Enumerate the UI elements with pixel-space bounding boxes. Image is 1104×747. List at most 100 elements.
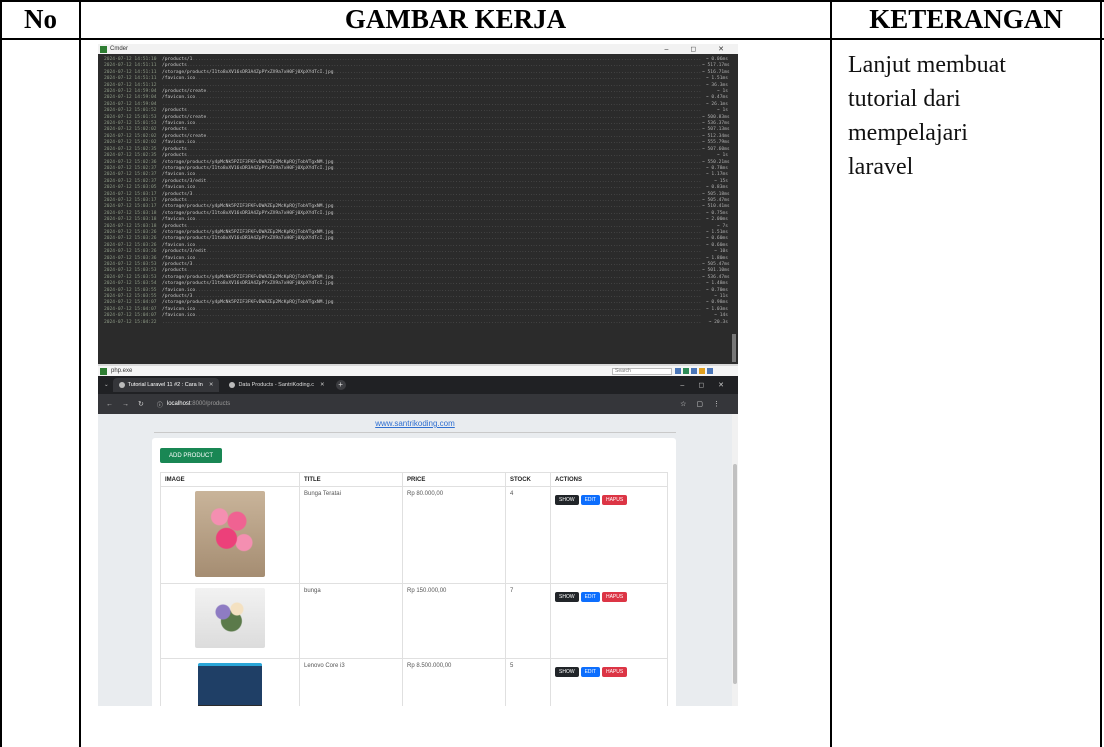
delete-button[interactable]: HAPUS — [601, 495, 628, 505]
edit-button[interactable]: EDIT — [580, 495, 600, 505]
url-field[interactable]: ⓘ localhost :8000/products — [157, 400, 230, 409]
title-cell: bunga — [299, 583, 403, 659]
browser-window-controls[interactable]: –◻✕ — [680, 381, 738, 389]
price-cell: Rp 150.000,00 — [402, 583, 506, 659]
close-icon[interactable]: ✕ — [320, 382, 325, 388]
close-icon[interactable]: ✕ — [209, 382, 214, 388]
laptop-image — [198, 663, 262, 706]
tab-label: Data Products - SantriKoding.c — [238, 382, 314, 388]
terminal-scrollbar[interactable] — [732, 334, 736, 362]
url-host: localhost — [166, 401, 191, 407]
keterangan-line: mempelajari — [848, 120, 968, 146]
header-keterangan: KETERANGAN — [869, 3, 1063, 34]
santrikoding-link[interactable]: www.santrikoding.com — [98, 419, 732, 428]
table-row: bunga Rp 150.000,00 7 SHOW EDIT HAPUS — [160, 583, 668, 659]
price-cell: Rp 8.500.000,00 — [402, 658, 506, 706]
browser-scrollbar[interactable] — [732, 414, 738, 706]
products-card: ADD PRODUCT IMAGE TITLE PRICE STOCK ACTI… — [152, 438, 676, 706]
add-product-button[interactable]: ADD PRODUCT — [160, 448, 222, 463]
browser-tabbar: ⌄ Tutorial Laravel 11 #2 : Cara In ✕ Dat… — [98, 376, 738, 394]
column-header: STOCK — [505, 472, 551, 487]
tray-icon[interactable] — [691, 368, 697, 374]
document-table: No GAMBAR KERJA KETERANGAN Lanjut membua… — [0, 0, 1104, 747]
column-divider-1 — [79, 0, 81, 747]
scrollbar-thumb[interactable] — [733, 464, 737, 684]
tray-icon[interactable] — [675, 368, 681, 374]
actions-cell: SHOW EDIT HAPUS — [550, 583, 668, 659]
actions-cell: SHOW EDIT HAPUS — [550, 658, 668, 706]
delete-button[interactable]: HAPUS — [601, 667, 628, 677]
show-button[interactable]: SHOW — [555, 495, 579, 505]
show-button[interactable]: SHOW — [555, 592, 579, 602]
browser-toolbar-icons[interactable]: ☆▢⋮ — [680, 400, 738, 408]
title-cell: Bunga Teratai — [299, 486, 403, 584]
products-page: www.santrikoding.com ADD PRODUCT IMAGE T… — [98, 414, 732, 706]
tab-label: Tutorial Laravel 11 #2 : Cara In — [127, 382, 203, 388]
tab-favicon-icon — [229, 382, 236, 388]
browser-window: ⌄ Tutorial Laravel 11 #2 : Cara In ✕ Dat… — [98, 376, 738, 706]
table-header-divider — [0, 38, 1104, 40]
cmder-icon — [100, 45, 107, 53]
edit-button[interactable]: EDIT — [580, 667, 600, 677]
column-divider-2 — [830, 0, 832, 747]
products-table: IMAGE TITLE PRICE STOCK ACTIONS Bunga Te… — [160, 472, 668, 706]
stock-cell: 7 — [505, 583, 551, 659]
tray-icon[interactable] — [683, 368, 689, 374]
tray-icon[interactable] — [707, 368, 713, 374]
keterangan-text: Lanjut membuat tutorial dari mempelajari… — [848, 48, 1088, 184]
tab-data-products[interactable]: Data Products - SantriKoding.c ✕ — [223, 378, 330, 392]
taskbar: php.exe Search — [98, 366, 738, 376]
tray-icon[interactable] — [699, 368, 705, 374]
php-app-icon — [100, 367, 107, 375]
stock-cell: 4 — [505, 486, 551, 584]
column-header: TITLE — [299, 472, 403, 487]
log-duration: ~ 20.3s — [708, 319, 728, 325]
work-screenshot: Cmder – ◻ ✕ 2024-07-12 14:51:10/products… — [98, 44, 738, 706]
system-tray — [672, 368, 738, 374]
show-button[interactable]: SHOW — [555, 667, 579, 677]
new-tab-icon[interactable]: + — [335, 380, 346, 390]
column-header: PRICE — [402, 472, 506, 487]
table-row: Bunga Teratai Rp 80.000,00 4 SHOW EDIT H… — [160, 486, 668, 584]
url-path: :8000/products — [190, 401, 231, 407]
terminal-log-line: 2024-07-12 15:04:22 ....................… — [104, 320, 728, 326]
image-cell — [160, 658, 300, 706]
image-cell — [160, 486, 300, 584]
actions-cell: SHOW EDIT HAPUS — [550, 486, 668, 584]
log-dots: ........................................… — [162, 319, 702, 325]
stock-cell: 5 — [505, 658, 551, 706]
tab-search-icon[interactable]: ⌄ — [104, 382, 109, 388]
header-no: No — [24, 3, 57, 34]
mixed-flower-bouquet-image — [195, 588, 265, 648]
header-gambar-kerja: GAMBAR KERJA — [344, 3, 567, 34]
table-header-row: IMAGE TITLE PRICE STOCK ACTIONS — [160, 472, 668, 487]
image-cell — [160, 583, 300, 659]
table-border-left — [0, 0, 2, 747]
nav-icons[interactable]: ←→↻ — [98, 400, 153, 408]
taskbar-app-label[interactable]: php.exe — [111, 368, 132, 374]
delete-button[interactable]: HAPUS — [601, 592, 628, 602]
keterangan-line: laravel — [848, 154, 914, 180]
terminal-window: Cmder – ◻ ✕ 2024-07-12 14:51:10/products… — [98, 44, 738, 364]
keterangan-line: tutorial dari — [848, 86, 961, 112]
terminal-titlebar: Cmder – ◻ ✕ — [98, 44, 738, 54]
pink-flower-bouquet-image — [195, 491, 265, 577]
tab-tutorial[interactable]: Tutorial Laravel 11 #2 : Cara In ✕ — [112, 378, 220, 392]
tab-favicon-icon — [118, 382, 125, 388]
price-cell: Rp 80.000,00 — [402, 486, 506, 584]
terminal-log: 2024-07-12 14:51:10/products/1 .........… — [104, 57, 730, 364]
edit-button[interactable]: EDIT — [580, 592, 600, 602]
column-header: IMAGE — [160, 472, 300, 487]
table-row: Lenovo Core i3 Rp 8.500.000,00 5 SHOW ED… — [160, 658, 668, 706]
divider — [154, 432, 676, 433]
log-datetime: 2024-07-12 15:04:22 — [104, 319, 157, 325]
column-header: ACTIONS — [550, 472, 668, 487]
site-info-icon[interactable]: ⓘ — [157, 400, 163, 409]
terminal-title: Cmder — [110, 46, 129, 52]
keterangan-line: Lanjut membuat — [848, 52, 1006, 78]
table-border-right — [1100, 0, 1102, 747]
address-bar: ←→↻ ⓘ localhost :8000/products ☆▢⋮ — [98, 394, 738, 414]
terminal-window-controls[interactable]: – ◻ ✕ — [665, 45, 738, 53]
title-cell: Lenovo Core i3 — [299, 658, 403, 706]
taskbar-search[interactable]: Search — [612, 367, 672, 375]
